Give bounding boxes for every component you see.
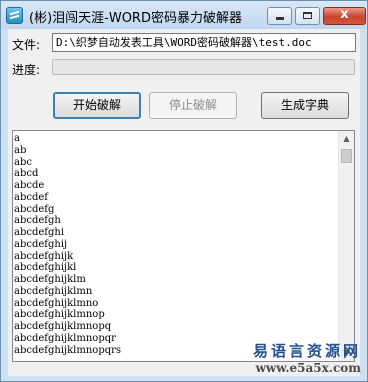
maximize-icon [303, 12, 312, 19]
list-item[interactable]: a [14, 133, 337, 145]
app-window: (彬)泪闯天涯-WORD密码暴力破解器 x 文件: D:\织梦自动发表工具\WO… [0, 0, 368, 382]
stop-crack-button[interactable]: 停止破解 [149, 92, 237, 119]
list-item[interactable]: abcdef [14, 192, 337, 204]
client-area: 文件: D:\织梦自动发表工具\WORD密码破解器\test.doc 进度: 开… [8, 29, 360, 376]
list-item[interactable]: abcdefghijklmnopq [14, 321, 337, 333]
app-icon [6, 7, 23, 24]
file-label: 文件: [12, 38, 41, 52]
list-item[interactable]: abcdefghij [14, 239, 337, 251]
vertical-scrollbar[interactable]: ▲ ▼ [338, 131, 354, 361]
list-item[interactable]: abc [14, 157, 337, 169]
list-item[interactable]: abcde [14, 180, 337, 192]
title-bar[interactable]: (彬)泪闯天涯-WORD密码暴力破解器 x [1, 1, 367, 29]
list-item[interactable]: abcdefghijklmnop [14, 309, 337, 321]
watermark-url: www.e5a5x.com [255, 361, 361, 375]
list-item[interactable]: abcdefghijklmn [14, 286, 337, 298]
window-title: (彬)泪闯天涯-WORD密码暴力破解器 [29, 11, 242, 26]
dictionary-items: a ab abc abcd abcde abcdef abcdefg abcdefgh abcd… [14, 133, 337, 356]
scroll-thumb[interactable] [341, 149, 352, 163]
list-item[interactable]: abcdefg [14, 204, 337, 216]
list-item[interactable]: abcdefghijklmno [14, 298, 337, 310]
dictionary-list[interactable]: a ab abc abcd abcde abcdef abcdefg abcdefgh abcd… [12, 130, 355, 362]
list-item[interactable]: abcdefghi [14, 227, 337, 239]
watermark-cn: 易语言资源网 [252, 342, 361, 360]
minimize-button[interactable] [267, 7, 292, 25]
close-button[interactable]: x [323, 7, 366, 25]
progress-bar [52, 59, 355, 75]
maximize-button[interactable] [295, 7, 320, 25]
list-item[interactable]: abcdefghijklm [14, 274, 337, 286]
minimize-icon [276, 17, 284, 20]
start-crack-button[interactable]: 开始破解 [53, 92, 141, 119]
scroll-up-icon[interactable]: ▲ [339, 131, 354, 147]
list-item[interactable]: abcd [14, 168, 337, 180]
watermark: 易语言资源网 www.e5a5x.com [253, 340, 361, 375]
progress-label: 进度: [12, 63, 41, 77]
list-item[interactable]: abcdefghijkl [14, 262, 337, 274]
file-path-input[interactable]: D:\织梦自动发表工具\WORD密码破解器\test.doc [52, 33, 356, 52]
list-item[interactable]: abcdefghijk [14, 251, 337, 263]
close-icon: x [340, 7, 349, 22]
generate-dictionary-button[interactable]: 生成字典 [261, 92, 349, 119]
list-item[interactable]: ab [14, 145, 337, 157]
list-item[interactable]: abcdefgh [14, 215, 337, 227]
